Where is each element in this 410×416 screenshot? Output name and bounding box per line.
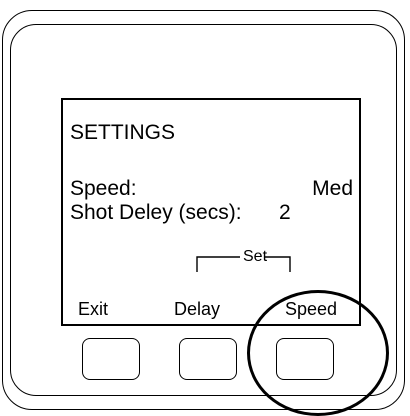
softkey-label-delay: Delay (174, 299, 221, 319)
speed-label: Speed: (70, 177, 137, 200)
exit-button[interactable] (82, 338, 140, 380)
lcd-screen: SETTINGS Speed: Med Shot Deley (secs): 2… (61, 98, 361, 326)
softkey-label-speed: Speed (285, 299, 338, 319)
softkey-label-exit: Exit (78, 299, 109, 319)
shot-delay-label: Shot Deley (secs): (70, 201, 242, 224)
set-group-label: Set (243, 248, 268, 265)
speed-value: Med (312, 177, 353, 200)
screen-title: SETTINGS (70, 121, 176, 144)
shot-delay-value: 2 (279, 201, 291, 224)
speed-button[interactable] (276, 338, 334, 380)
delay-button[interactable] (179, 338, 237, 380)
